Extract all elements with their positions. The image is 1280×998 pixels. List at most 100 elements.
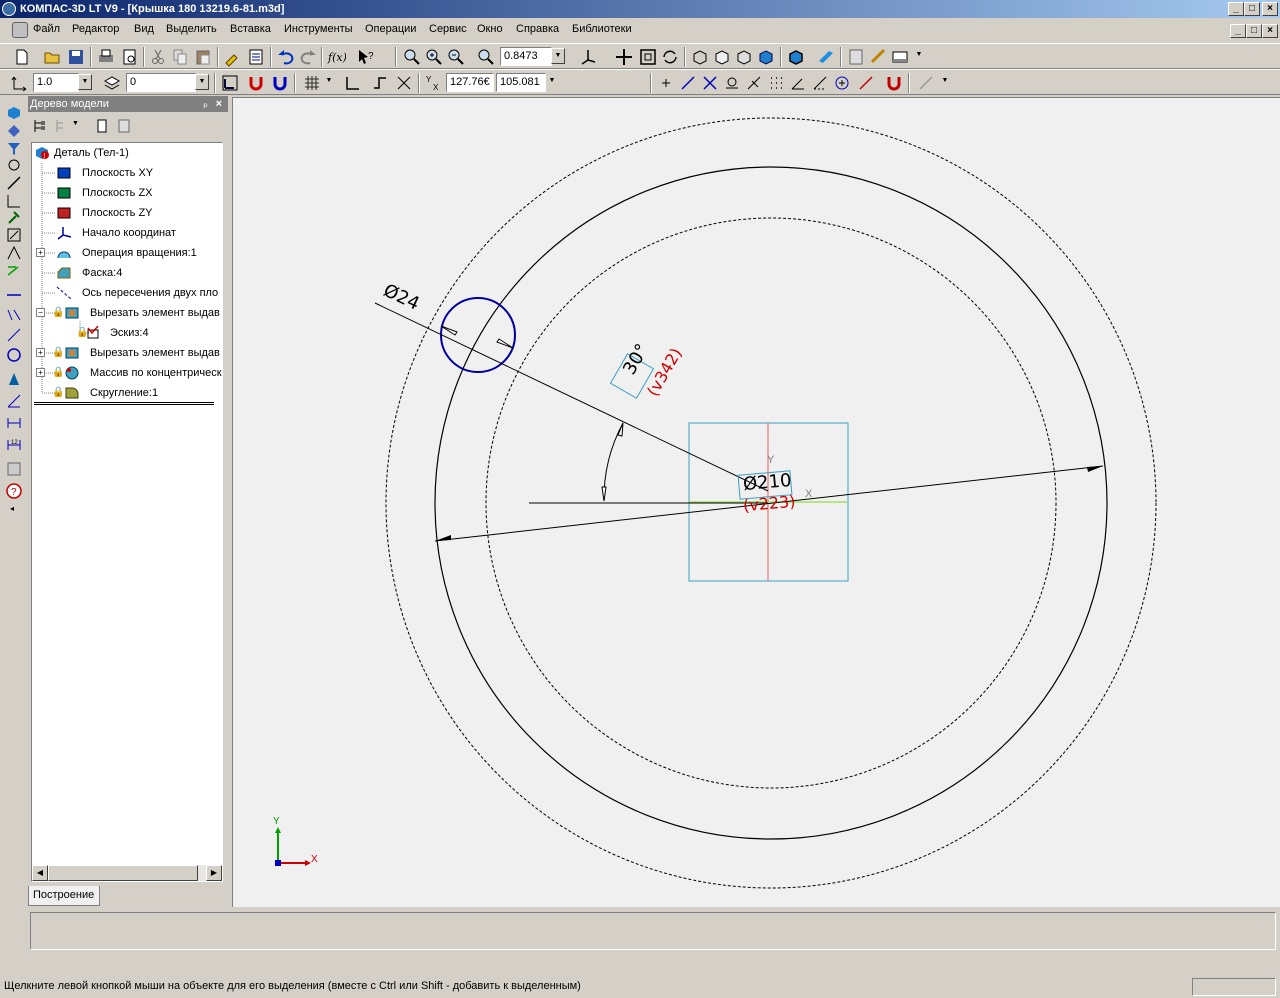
expand-icon[interactable]: + bbox=[36, 348, 45, 357]
layer-icon[interactable] bbox=[102, 73, 122, 93]
menu-help[interactable]: Справка bbox=[516, 23, 559, 35]
tree-hscrollbar[interactable]: ◀ ▶ bbox=[32, 865, 222, 881]
tab-build[interactable]: Построение bbox=[28, 886, 100, 906]
cut-ops-icon[interactable] bbox=[5, 122, 23, 140]
snap-dropdown-icon[interactable]: ▼ bbox=[938, 74, 952, 90]
cursor-coords-icon[interactable] bbox=[394, 73, 414, 93]
scroll-left-icon[interactable]: ◀ bbox=[32, 865, 48, 881]
menu-select[interactable]: Выделить bbox=[166, 23, 217, 35]
hammer-icon[interactable] bbox=[5, 208, 23, 226]
radial-dim-icon[interactable]: 12 bbox=[5, 436, 23, 454]
snap-magnet2-icon[interactable] bbox=[884, 73, 904, 93]
snap-nearest-icon[interactable] bbox=[678, 73, 698, 93]
drawing-canvas[interactable]: Ø24 30° (v342) Ø210 (v223) Y X Y X bbox=[232, 97, 1280, 907]
print-preview-icon[interactable] bbox=[120, 47, 140, 67]
orthogonal-icon[interactable] bbox=[342, 73, 362, 93]
redo-icon[interactable] bbox=[298, 47, 318, 67]
symmetry-icon[interactable] bbox=[5, 460, 23, 478]
grid-step-icon[interactable] bbox=[10, 73, 30, 93]
help-pointer-icon[interactable]: ? bbox=[356, 47, 376, 67]
minimize-button[interactable]: _ bbox=[1228, 2, 1244, 16]
coord-y-field[interactable]: 105.081 bbox=[496, 73, 546, 92]
zoom-input[interactable]: 0.8473 bbox=[500, 47, 552, 66]
model-tree[interactable]: ! Деталь (Тел-1) Плоскость XY Плоскость … bbox=[31, 142, 223, 882]
grid-icon[interactable] bbox=[302, 73, 322, 93]
diameter-label[interactable]: Ø210 bbox=[742, 470, 792, 495]
maximize-button[interactable]: □ bbox=[1244, 2, 1260, 16]
sketch-mode-icon[interactable] bbox=[5, 226, 23, 244]
zoom-frame-icon[interactable] bbox=[424, 47, 444, 67]
doc-close-button[interactable]: × bbox=[1262, 24, 1278, 38]
paste-icon[interactable] bbox=[193, 47, 213, 67]
pin-icon[interactable]: ₚ bbox=[203, 96, 208, 112]
layer-dropdown-icon[interactable]: ▼ bbox=[195, 74, 209, 90]
model-tree-icon[interactable] bbox=[846, 47, 866, 67]
menu-service[interactable]: Сервис bbox=[429, 23, 467, 35]
help-icon[interactable]: ? bbox=[5, 482, 23, 500]
snap-angle-icon[interactable] bbox=[788, 73, 808, 93]
status-bar-icon[interactable] bbox=[890, 47, 910, 67]
document-icon[interactable] bbox=[12, 22, 28, 38]
panel-close-icon[interactable]: × bbox=[216, 96, 222, 112]
doc-restore-button[interactable]: □ bbox=[1246, 24, 1262, 38]
scale-input[interactable]: 1.0 bbox=[33, 73, 79, 92]
collapse-icon[interactable]: − bbox=[36, 308, 45, 317]
zoom-out-icon[interactable] bbox=[446, 47, 466, 67]
linear-dim-icon[interactable] bbox=[5, 414, 23, 432]
snap-tangent-icon[interactable] bbox=[722, 73, 742, 93]
tree-view-icon[interactable] bbox=[54, 118, 70, 134]
editing-ops-icon[interactable] bbox=[5, 104, 23, 122]
kompas-app-icon[interactable] bbox=[2, 2, 16, 16]
aux-geometry-icon[interactable] bbox=[5, 156, 23, 174]
zoom-all-icon[interactable] bbox=[638, 47, 658, 67]
pan-icon[interactable] bbox=[614, 47, 634, 67]
variables-icon[interactable]: f(x) bbox=[326, 47, 347, 67]
scroll-thumb[interactable] bbox=[48, 865, 198, 881]
snap-point-icon[interactable] bbox=[656, 73, 676, 93]
zoom-scale-icon[interactable] bbox=[476, 47, 496, 67]
print-icon[interactable] bbox=[96, 47, 116, 67]
more-tools-icon[interactable]: ◂ bbox=[10, 504, 14, 513]
snap-center-icon[interactable] bbox=[832, 73, 852, 93]
show-relations-icon[interactable] bbox=[94, 118, 110, 134]
coord-x-field[interactable]: 127.76€ bbox=[446, 73, 494, 92]
snap-on-curve-icon[interactable] bbox=[856, 73, 876, 93]
angle-dim-icon[interactable] bbox=[5, 392, 23, 410]
snap-intersection-icon[interactable] bbox=[700, 73, 720, 93]
tree-structure-icon[interactable] bbox=[32, 118, 48, 134]
local-cs-icon[interactable] bbox=[220, 73, 240, 93]
menu-insert[interactable]: Вставка bbox=[230, 23, 271, 35]
parametrize-icon[interactable] bbox=[5, 262, 23, 280]
copy-icon[interactable] bbox=[170, 47, 190, 67]
halftone-icon[interactable] bbox=[756, 47, 776, 67]
coords-icon[interactable]: YX bbox=[424, 73, 444, 93]
scroll-right-icon[interactable]: ▶ bbox=[206, 865, 222, 881]
circle-tool-icon[interactable] bbox=[5, 346, 23, 364]
halftone-outline-icon[interactable] bbox=[786, 47, 806, 67]
undo-icon[interactable] bbox=[276, 47, 296, 67]
snap-magnet-icon[interactable] bbox=[246, 73, 266, 93]
layer-input[interactable]: 0 bbox=[126, 73, 196, 92]
menu-operations[interactable]: Операции bbox=[365, 23, 416, 35]
menu-window[interactable]: Окно bbox=[477, 23, 503, 35]
scale-dropdown-icon[interactable]: ▼ bbox=[78, 74, 92, 90]
rotate-icon[interactable] bbox=[660, 47, 680, 67]
grid-dropdown-icon[interactable]: ▼ bbox=[322, 74, 336, 90]
line-segment-icon[interactable] bbox=[5, 286, 23, 304]
doc-minimize-button[interactable]: _ bbox=[1230, 24, 1246, 38]
sort-icon[interactable] bbox=[116, 118, 132, 134]
orientation-icon[interactable] bbox=[578, 47, 598, 67]
snap-normal-icon[interactable] bbox=[744, 73, 764, 93]
menu-editor[interactable]: Редактор bbox=[72, 23, 119, 35]
tree-view-dropdown-icon[interactable]: ▼ bbox=[72, 120, 79, 127]
close-button[interactable]: × bbox=[1262, 2, 1278, 16]
menu-file[interactable]: Файл bbox=[33, 23, 60, 35]
snap-local-icon[interactable] bbox=[270, 73, 290, 93]
snap-settings-icon[interactable] bbox=[916, 73, 936, 93]
zoom-in-icon[interactable] bbox=[402, 47, 422, 67]
menu-libraries[interactable]: Библиотеки bbox=[572, 23, 632, 35]
expand-icon[interactable]: + bbox=[36, 248, 45, 257]
open-file-icon[interactable] bbox=[42, 47, 62, 67]
snap-grid-icon[interactable] bbox=[766, 73, 786, 93]
expand-icon[interactable]: + bbox=[36, 368, 45, 377]
